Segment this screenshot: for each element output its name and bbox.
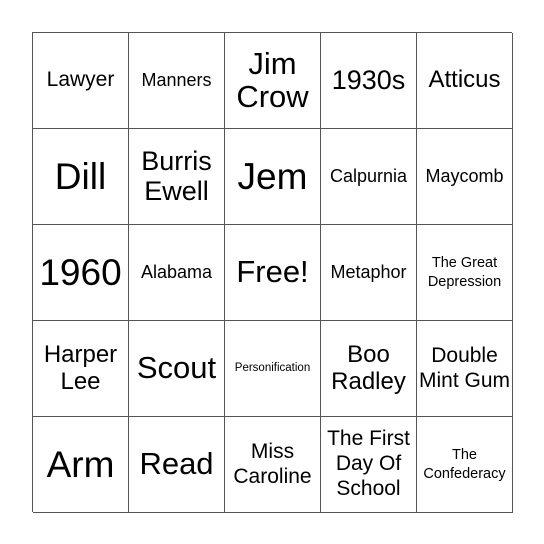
bingo-cell-text: Read [139, 446, 214, 482]
bingo-cell-text: Free! [236, 254, 309, 290]
bingo-cell-text: The Great Depression [427, 254, 502, 290]
bingo-cell[interactable]: Calpurnia [321, 129, 417, 225]
bingo-cell[interactable]: 1960 [33, 225, 129, 321]
bingo-cell-text: Boo Radley [331, 341, 406, 395]
bingo-cell[interactable]: Scout [129, 321, 225, 417]
bingo-cell-text: Metaphor [330, 262, 407, 283]
bingo-cell-text: Dill [54, 156, 107, 197]
bingo-cell-text: Miss Caroline [233, 439, 312, 488]
bingo-cell-text: Jim Crow [236, 45, 309, 114]
bingo-cell-text: Manners [141, 70, 212, 91]
bingo-cell[interactable]: Metaphor [321, 225, 417, 321]
bingo-cell-text: Calpurnia [329, 166, 408, 187]
bingo-cell[interactable]: Lawyer [33, 33, 129, 129]
bingo-cell[interactable]: Jem [225, 129, 321, 225]
bingo-cell-text: Personification [234, 362, 311, 375]
bingo-cell-text: Atticus [428, 66, 501, 94]
bingo-cell[interactable]: Free! [225, 225, 321, 321]
bingo-cell[interactable]: Personification [225, 321, 321, 417]
bingo-cell-text: 1930s [331, 64, 406, 95]
bingo-cell-text: Alabama [140, 262, 213, 283]
bingo-cell-text: Maycomb [425, 166, 504, 187]
bingo-cell[interactable]: Atticus [417, 33, 513, 129]
bingo-cell[interactable]: Jim Crow [225, 33, 321, 129]
bingo-cell-text: Harper Lee [43, 341, 118, 395]
bingo-cell[interactable]: Manners [129, 33, 225, 129]
bingo-cell[interactable]: Burris Ewell [129, 129, 225, 225]
bingo-cell-text: Burris Ewell [141, 146, 212, 206]
bingo-cell[interactable]: Maycomb [417, 129, 513, 225]
bingo-cell[interactable]: The Great Depression [417, 225, 513, 321]
bingo-cell[interactable]: Boo Radley [321, 321, 417, 417]
bingo-cell[interactable]: Dill [33, 129, 129, 225]
bingo-cell[interactable]: 1930s [321, 33, 417, 129]
bingo-cell[interactable]: Alabama [129, 225, 225, 321]
bingo-cell-text: 1960 [39, 252, 122, 293]
bingo-cell[interactable]: Arm [33, 417, 129, 513]
bingo-cell-text: The First Day Of School [327, 427, 410, 500]
bingo-cell-text: Arm [46, 444, 115, 485]
bingo-cell[interactable]: The Confederacy [417, 417, 513, 513]
bingo-cell-text: Lawyer [46, 68, 115, 92]
bingo-board: Lawyer Manners Jim Crow 1930s Atticus Dill Bur… [32, 32, 513, 513]
bingo-cell[interactable]: Miss Caroline [225, 417, 321, 513]
bingo-cell-text: Jem [237, 156, 308, 197]
bingo-cell-text: Double Mint Gum [419, 343, 511, 392]
bingo-cell[interactable]: Read [129, 417, 225, 513]
bingo-cell[interactable]: Harper Lee [33, 321, 129, 417]
bingo-cell[interactable]: Double Mint Gum [417, 321, 513, 417]
bingo-cell[interactable]: The First Day Of School [321, 417, 417, 513]
bingo-cell-text: Scout [136, 350, 217, 386]
bingo-cell-text: The Confederacy [423, 446, 506, 482]
